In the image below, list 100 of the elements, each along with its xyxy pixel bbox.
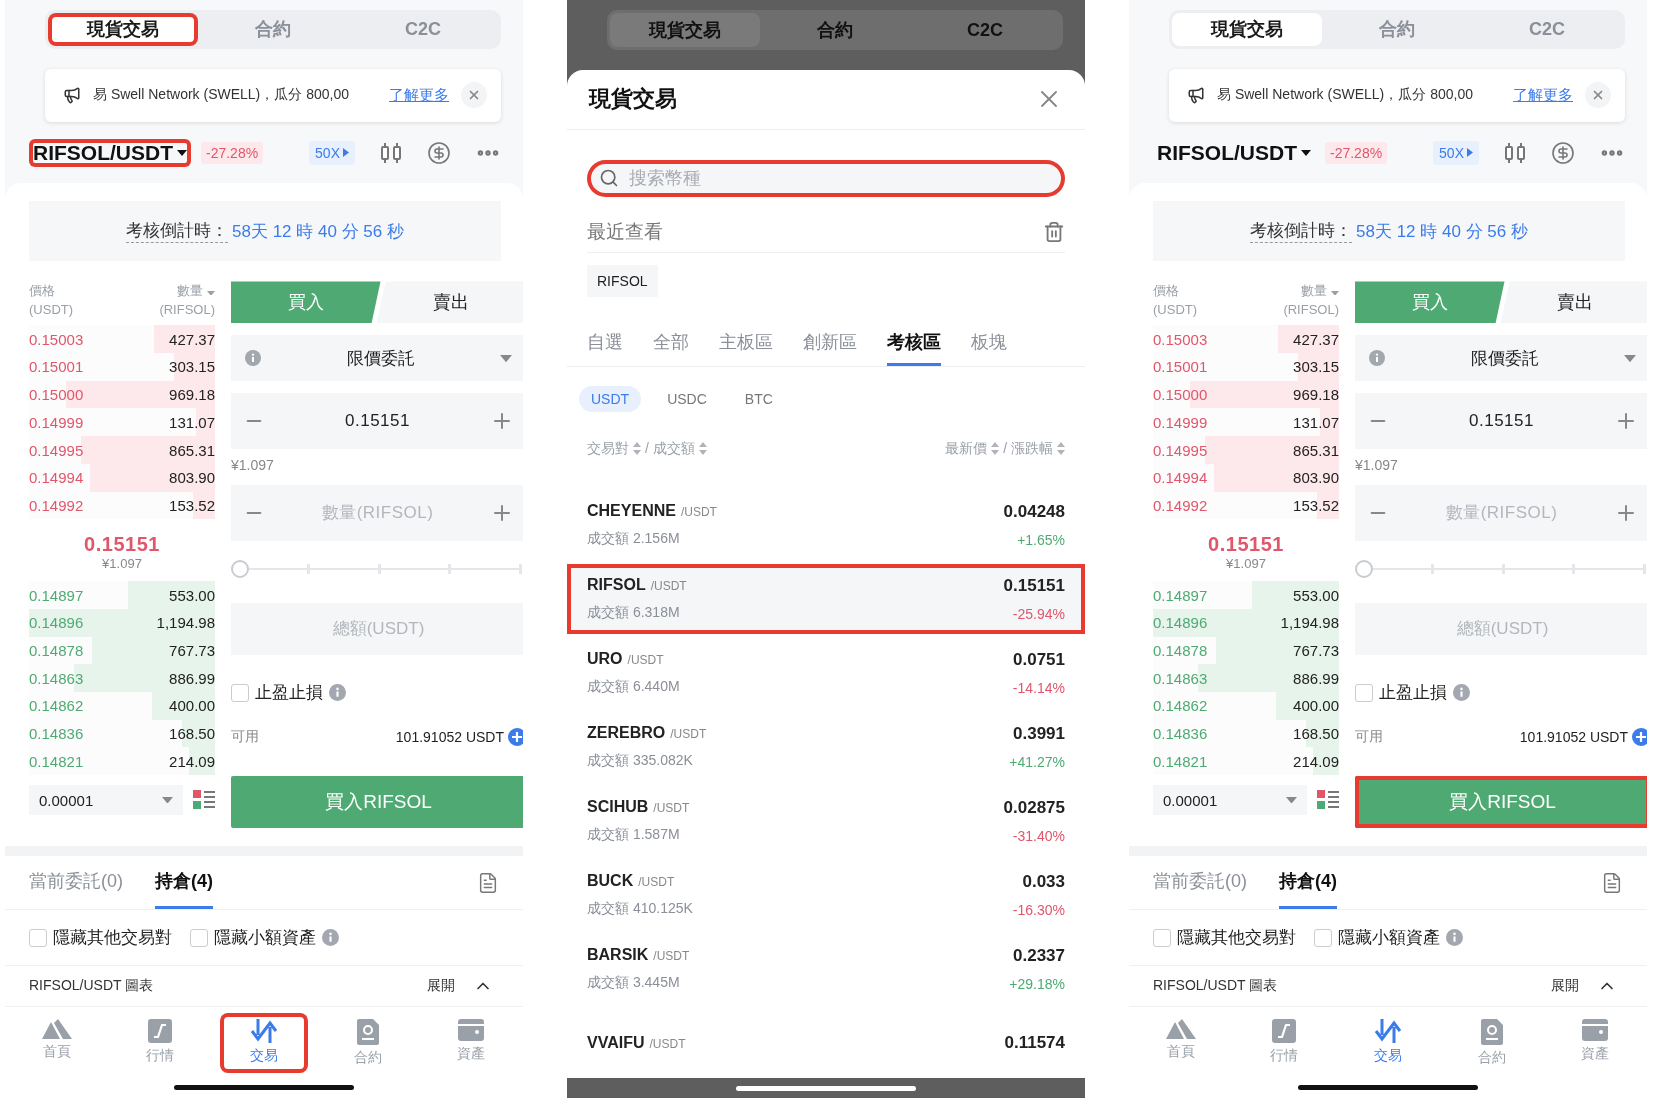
pair-symbol: ZEREBRO [587,724,666,742]
expand-button[interactable]: 展開 [1545,975,1623,997]
orders-tab[interactable]: 持倉(4) [155,856,213,909]
buy-button[interactable]: 買入RIFSOL [1355,776,1647,829]
plus-circle-icon[interactable] [1632,728,1647,747]
column-header[interactable]: / 漲跌幅 [1003,439,1053,458]
category-tab[interactable]: 自選 [587,321,623,367]
precision-select[interactable]: 0.00001 [29,785,183,816]
top-tab[interactable]: 合約 [1322,13,1472,46]
quantity-stepper[interactable]: 數量(RIFSOL) [1355,485,1647,542]
pair-selector[interactable]: RIFSOL/USDT [29,138,191,167]
candlestick-icon[interactable] [379,140,403,165]
checkbox[interactable] [1355,683,1373,702]
side-tab[interactable]: 買入 [231,281,381,324]
close-button[interactable] [1585,82,1611,109]
total-field[interactable]: 總額(USDT) [1355,603,1647,656]
price-input[interactable]: 0.15151 [1389,410,1614,433]
nav-item[interactable]: 資產 [427,1013,515,1073]
book-layout-icon[interactable] [1317,790,1339,811]
learn-more-link[interactable]: 了解更多 [1513,85,1573,105]
nav-item[interactable]: 資產 [1551,1013,1639,1073]
checkbox[interactable] [1314,928,1332,947]
search-input[interactable]: 搜索幣種 [627,166,1053,190]
amount-slider[interactable] [1355,559,1646,580]
quote-tab[interactable]: BTC [732,386,785,413]
orders-tab[interactable]: 持倉(4) [1279,856,1337,909]
top-tab[interactable]: C2C [348,13,498,46]
nav-item[interactable]: 行情 [1240,1013,1329,1073]
orders-tab[interactable]: 當前委託(0) [1153,856,1247,909]
candlestick-icon[interactable] [1503,140,1527,165]
sort-icon [633,442,641,456]
price-input[interactable]: 0.15151 [265,410,490,433]
market-row[interactable]: SCIHUB /USDT 成交額 1.587M 0.02875 -31.40% [567,786,1085,856]
column-header[interactable]: 交易對 [587,439,629,458]
precision-select[interactable]: 0.00001 [1153,785,1307,816]
market-row[interactable]: ZEREBRO /USDT 成交額 335.082K 0.3991 +41.27% [567,712,1085,782]
trash-icon[interactable] [1043,221,1065,244]
side-tab[interactable]: 買入 [1355,281,1505,324]
checkbox[interactable] [231,683,249,702]
quote-tab[interactable]: USDC [655,386,719,413]
checkbox[interactable] [29,928,47,947]
checkbox[interactable] [1153,928,1171,947]
pair-selector[interactable]: RIFSOL/USDT [1153,138,1315,167]
category-tab[interactable]: 主板區 [719,321,773,367]
category-tab[interactable]: 全部 [653,321,689,367]
market-row[interactable]: VVAIFU /USDT 0.11574 [567,1008,1085,1078]
column-header[interactable]: / 成交額 [645,439,695,458]
category-tab[interactable]: 創新區 [803,321,857,367]
learn-more-link[interactable]: 了解更多 [389,85,449,105]
category-tab[interactable]: 考核區 [887,321,941,367]
nav-item[interactable]: 首頁 [13,1013,101,1073]
leverage-button[interactable]: 50X [1433,140,1479,165]
recent-chip[interactable]: RIFSOL [587,265,658,298]
quote-tab[interactable]: USDT [579,386,642,413]
top-tab[interactable]: 現貨交易 [1172,13,1322,46]
quantity-input[interactable]: 數量(RIFSOL) [265,502,490,525]
document-icon[interactable] [477,871,499,894]
quantity-input[interactable]: 數量(RIFSOL) [1389,502,1614,525]
top-tab[interactable]: 現貨交易 [48,13,198,46]
quantity-stepper[interactable]: 數量(RIFSOL) [231,485,523,542]
nav-item[interactable]: 首頁 [1137,1013,1225,1073]
slider-thumb[interactable] [231,560,249,579]
orders-tab[interactable]: 當前委託(0) [29,856,123,909]
close-button[interactable] [461,82,487,109]
market-row[interactable]: BARSIK /USDT 成交額 3.445M 0.2337 +29.18% [567,934,1085,1004]
checkbox[interactable] [190,928,208,947]
top-tab[interactable]: 現貨交易 [610,13,760,47]
market-row[interactable]: BUCK /USDT 成交額 410.125K 0.033 -16.30% [567,860,1085,930]
nav-item[interactable]: 行情 [116,1013,205,1073]
nav-item[interactable]: 合約 [323,1013,412,1073]
total-field[interactable]: 總額(USDT) [231,603,523,656]
plus-circle-icon[interactable] [508,728,523,747]
expand-button[interactable]: 展開 [421,975,499,997]
nav-item[interactable]: 交易 [220,1013,308,1073]
price-stepper[interactable]: 0.15151 [1355,393,1647,450]
document-icon[interactable] [1601,871,1623,894]
book-layout-icon[interactable] [193,790,215,811]
market-row[interactable]: RIFSOL /USDT 成交額 6.318M 0.15151 -25.94% [567,564,1085,634]
column-header[interactable]: 最新價 [945,439,988,458]
amount-slider[interactable] [231,559,522,580]
top-tab[interactable]: 合約 [198,13,348,46]
top-tab[interactable]: C2C [1472,13,1622,46]
nav-item[interactable]: 合約 [1447,1013,1536,1073]
search-field[interactable]: 搜索幣種 [587,159,1065,198]
market-row[interactable]: URO /USDT 成交額 6.440M 0.0751 -14.14% [567,638,1085,708]
side-tab[interactable]: 賣出 [1500,281,1647,324]
dollar-icon[interactable] [427,140,451,165]
top-tab[interactable]: C2C [910,13,1060,47]
market-row[interactable]: CHEYENNE /USDT 成交額 2.156M 0.04248 +1.65% [567,490,1085,560]
side-tab[interactable]: 賣出 [376,281,523,324]
slider-thumb[interactable] [1355,560,1373,579]
price-stepper[interactable]: 0.15151 [231,393,523,450]
buy-button[interactable]: 買入RIFSOL [231,776,523,829]
nav-item[interactable]: 交易 [1344,1013,1432,1073]
category-tab[interactable]: 板塊 [971,321,1007,367]
leverage-button[interactable]: 50X [309,140,355,165]
order-type-select[interactable]: 限價委託 [231,335,523,382]
order-type-select[interactable]: 限價委託 [1355,335,1647,382]
top-tab[interactable]: 合約 [760,13,910,47]
dollar-icon[interactable] [1551,140,1575,165]
